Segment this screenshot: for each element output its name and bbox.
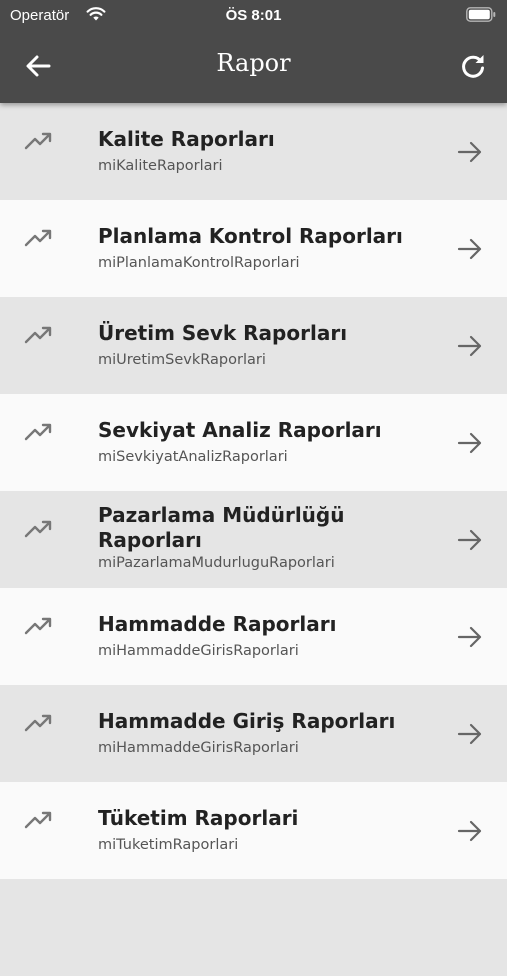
list-item[interactable]: Üretim Sevk Raporları miUretimSevkRaporl…	[0, 297, 507, 394]
item-subtitle: miHammaddeGirisRaporlari	[98, 740, 299, 756]
trending-up-icon	[24, 520, 52, 538]
list-item[interactable]: Sevkiyat Analiz Raporları miSevkiyatAnal…	[0, 394, 507, 491]
item-title: Planlama Kontrol Raporları	[98, 224, 403, 248]
list-item[interactable]: Kalite Raporları miKaliteRaporlari	[0, 103, 507, 200]
item-subtitle: miKaliteRaporlari	[98, 158, 223, 174]
status-time: ÖS 8:01	[225, 7, 282, 24]
trending-up-icon	[24, 811, 52, 829]
page-title: Rapor	[216, 49, 291, 77]
item-title: Hammadde Raporları	[98, 612, 337, 636]
trending-up-icon	[24, 617, 52, 635]
item-subtitle: miHammaddeGirisRaporlari	[98, 643, 299, 659]
battery-icon	[466, 7, 496, 22]
item-title: Üretim Sevk Raporları	[98, 321, 348, 345]
status-bar: Operatör ÖS 8:01	[0, 0, 507, 32]
list-item[interactable]: Hammadde Raporları miHammaddeGirisRaporl…	[0, 588, 507, 685]
arrow-right-icon[interactable]	[457, 236, 483, 262]
item-title: Pazarlama Müdürlüğü Raporları	[98, 503, 345, 552]
list-item[interactable]: Planlama Kontrol Raporları miPlanlamaKon…	[0, 200, 507, 297]
item-subtitle: miPazarlamaMudurluguRaporlari	[98, 555, 335, 571]
item-title: Tüketim Raporlari	[98, 806, 299, 830]
trending-up-icon	[24, 326, 52, 344]
app-header: Operatör ÖS 8:01 Rapor	[0, 0, 507, 103]
trending-up-icon	[24, 229, 52, 247]
list-item[interactable]: Hammadde Giriş Raporları miHammaddeGiris…	[0, 685, 507, 782]
item-subtitle: miSevkiyatAnalizRaporlari	[98, 449, 288, 465]
item-subtitle: miTuketimRaporlari	[98, 837, 239, 853]
list-item[interactable]: Tüketim Raporlari miTuketimRaporlari	[0, 782, 507, 879]
trending-up-icon	[24, 132, 52, 150]
arrow-right-icon[interactable]	[457, 721, 483, 747]
item-title: Sevkiyat Analiz Raporları	[98, 418, 382, 442]
arrow-right-icon[interactable]	[457, 139, 483, 165]
item-title: Hammadde Giriş Raporları	[98, 709, 396, 733]
arrow-right-icon[interactable]	[457, 527, 483, 553]
arrow-right-icon[interactable]	[457, 430, 483, 456]
trending-up-icon	[24, 714, 52, 732]
trending-up-icon	[24, 423, 52, 441]
report-list: Kalite Raporları miKaliteRaporlari Planl…	[0, 103, 507, 976]
list-item[interactable]: Pazarlama Müdürlüğü Raporları miPazarlam…	[0, 491, 507, 588]
list-item-partial[interactable]	[0, 879, 507, 976]
refresh-icon[interactable]	[459, 52, 487, 80]
item-subtitle: miUretimSevkRaporlari	[98, 352, 266, 368]
arrow-right-icon[interactable]	[457, 333, 483, 359]
item-title: Kalite Raporları	[98, 127, 275, 151]
arrow-right-icon[interactable]	[457, 818, 483, 844]
item-subtitle: miPlanlamaKontrolRaporlari	[98, 255, 300, 271]
arrow-right-icon[interactable]	[457, 624, 483, 650]
